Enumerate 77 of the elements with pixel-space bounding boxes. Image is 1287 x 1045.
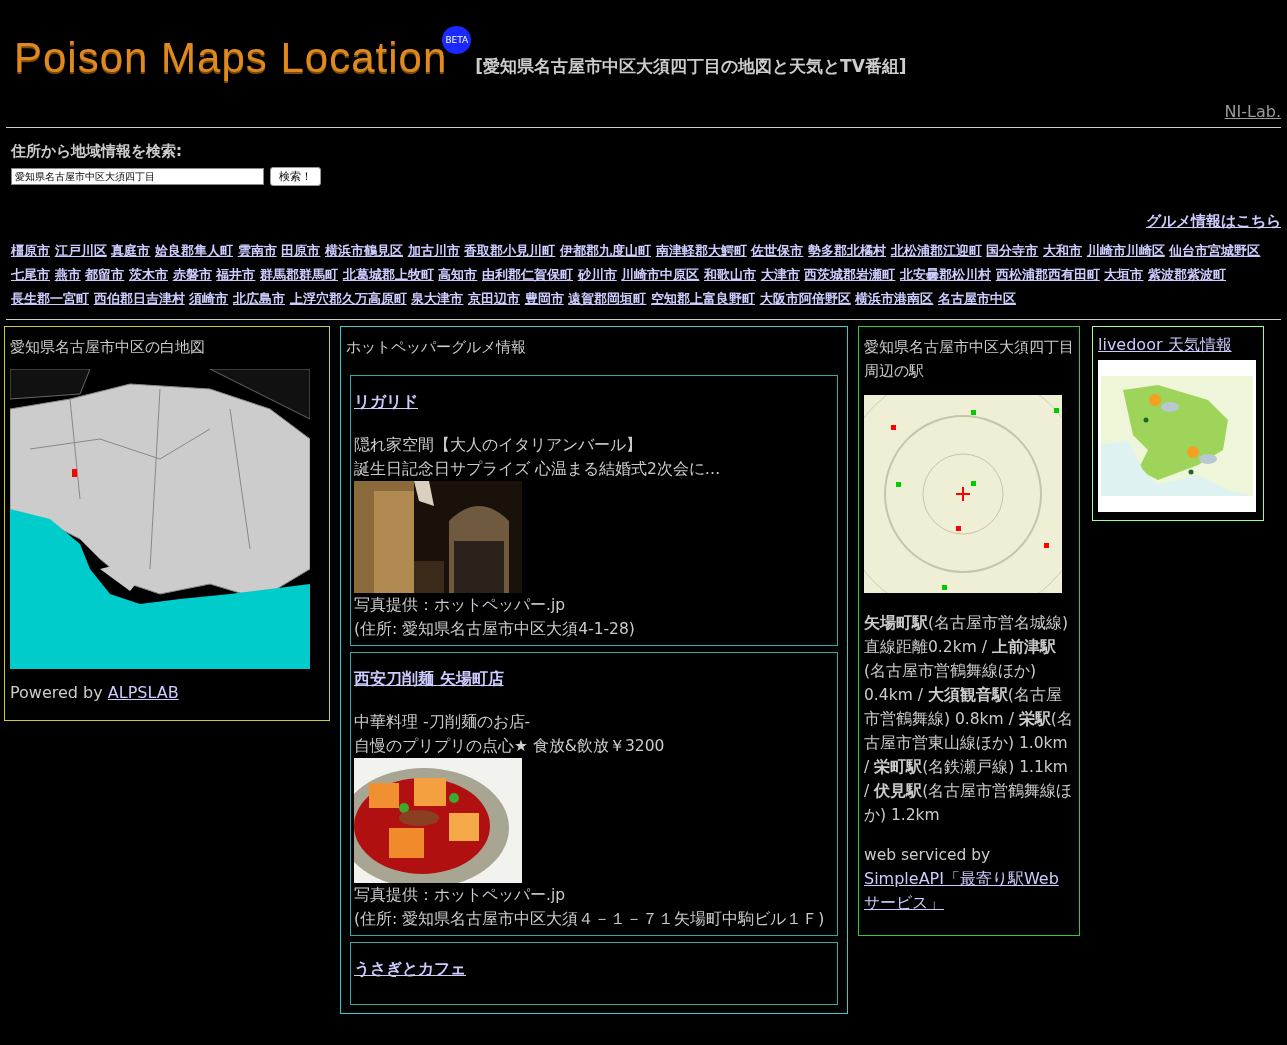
page-title: [愛知県名古屋市中区大須四丁目の地図と天気とTV番組] xyxy=(475,55,907,78)
area-link[interactable]: 伊都郡九度山町 xyxy=(560,243,652,258)
area-link[interactable]: 仙台市宮城野区 xyxy=(1169,243,1261,258)
area-link[interactable]: 和歌山市 xyxy=(704,267,757,282)
area-link[interactable]: 川崎市中原区 xyxy=(621,267,700,282)
area-link[interactable]: 由利郡仁賀保町 xyxy=(482,267,574,282)
area-link[interactable]: 南津軽郡大鰐町 xyxy=(655,243,747,258)
area-link[interactable]: 北松浦郡江迎町 xyxy=(890,243,982,258)
simpleapi-link[interactable]: SimpleAPI「最寄り駅Webサービス」 xyxy=(864,867,1074,915)
area-link[interactable]: 大垣市 xyxy=(1104,267,1144,282)
area-link[interactable]: 雲南市 xyxy=(237,243,277,258)
address-field[interactable]: 愛知県名古屋市中区大須四丁目 xyxy=(11,168,264,185)
area-link[interactable]: 名古屋市中区 xyxy=(938,291,1017,306)
area-link[interactable]: 川崎市川崎区 xyxy=(1086,243,1165,258)
area-link[interactable]: 須崎市 xyxy=(189,291,229,306)
panel-title: ホットペッパーグルメ情報 xyxy=(346,337,527,358)
area-link[interactable]: 上浮穴郡久万高原町 xyxy=(289,291,407,306)
area-link[interactable]: 西茨城郡岩瀬町 xyxy=(804,267,896,282)
area-link[interactable]: 大津市 xyxy=(760,267,800,282)
area-link[interactable]: 燕市 xyxy=(54,267,81,282)
area-link[interactable]: 田原市 xyxy=(281,243,321,258)
shop-name-link[interactable]: リガリド xyxy=(354,392,418,413)
area-link[interactable]: 砂川市 xyxy=(577,267,617,282)
shop-description: 隠れ家空間【大人のイタリアンバール】 xyxy=(354,435,643,456)
search-label: 住所から地域情報を検索: xyxy=(11,142,183,161)
area-link[interactable]: 香取郡小見川町 xyxy=(464,243,556,258)
shop-address: (住所: 愛知県名古屋市中区大須４－１－７１矢場町中駒ビル１Ｆ) xyxy=(354,909,826,930)
shop-description: 誕生日記念日サプライズ 心温まる結婚式2次会に… xyxy=(354,459,722,480)
area-link[interactable]: 横浜市鶴見区 xyxy=(325,243,404,258)
shop-description: 自慢のプリプリの点心★ 食放&飲放￥3200 xyxy=(354,736,666,757)
area-link[interactable]: 遠賀郡岡垣町 xyxy=(568,291,647,306)
area-link[interactable]: 大阪市阿倍野区 xyxy=(759,291,851,306)
panel-title: 愛知県名古屋市中区大須四丁目周辺の駅 xyxy=(864,337,1074,382)
gourmet-link[interactable]: グルメ情報はこちら xyxy=(1146,212,1281,231)
area-link[interactable]: 都留市 xyxy=(85,267,125,282)
area-link[interactable]: 姶良郡隼人町 xyxy=(155,243,233,258)
area-link[interactable]: 群馬郡群馬町 xyxy=(260,267,339,282)
shop-address: (住所: 愛知県名古屋市中区大須4-1-28) xyxy=(354,619,636,640)
search-button[interactable]: 検索！ xyxy=(270,167,321,186)
panel-title: 愛知県名古屋市中区の白地図 xyxy=(10,337,206,358)
area-link[interactable]: 江戸川区 xyxy=(54,243,107,258)
area-link[interactable]: 佐世保市 xyxy=(751,243,804,258)
area-link[interactable]: 真庭市 xyxy=(111,243,151,258)
area-link[interactable]: 加古川市 xyxy=(407,243,460,258)
area-link[interactable]: 泉大津市 xyxy=(411,291,464,306)
area-link[interactable]: 北広島市 xyxy=(233,291,285,306)
area-link[interactable]: 西伯郡日吉津村 xyxy=(93,291,185,306)
alpslab-link[interactable]: ALPSLAB xyxy=(107,683,179,702)
station-list: 矢場町駅(名古屋市営名城線) 直線距離0.2km / 上前津駅(名古屋市営鶴舞線ほか) 0.4km / 大須観音駅(名古屋市営鶴舞線) 0.8km / 栄駅(名古屋市営東山線ほか) 1.0km / 栄町駅(名鉄瀬戸線) 1.1km / 伏見駅(名古屋市営鶴舞線ほか) 1.2km xyxy=(864,611,1074,827)
photo-credit: 写真提供：ホットペッパー.jp xyxy=(354,885,567,906)
serviced-by-label: web serviced by xyxy=(864,845,992,866)
area-link[interactable]: 京田辺市 xyxy=(468,291,521,306)
area-link[interactable]: 大和市 xyxy=(1043,243,1083,258)
area-link[interactable]: 長生郡一宮町 xyxy=(11,291,89,306)
area-link[interactable]: 高知市 xyxy=(438,267,478,282)
weather-link[interactable]: livedoor 天気情報 xyxy=(1098,335,1258,356)
ni-lab-link[interactable]: NI-Lab. xyxy=(1224,102,1281,121)
photo-credit: 写真提供：ホットペッパー.jp xyxy=(354,595,567,616)
powered-by-label: Powered by xyxy=(10,683,103,702)
area-link[interactable]: 赤磐市 xyxy=(172,267,212,282)
area-link[interactable]: 豊岡市 xyxy=(524,291,564,306)
area-link[interactable]: 横浜市港南区 xyxy=(855,291,934,306)
shop-name-link[interactable]: うさぎとカフェ xyxy=(354,959,466,980)
area-link[interactable]: 空知郡上富良野町 xyxy=(651,291,756,306)
shop-description: 中華料理 -刀削麺のお店- xyxy=(354,712,532,733)
area-link[interactable]: 茨木市 xyxy=(129,267,168,282)
shop-name-link[interactable]: 西安刀削麺 矢場町店 xyxy=(354,669,504,690)
area-link[interactable]: 北安曇郡松川村 xyxy=(900,267,992,282)
area-link[interactable]: 七尾市 xyxy=(11,267,50,282)
area-link[interactable]: 西松浦郡西有田町 xyxy=(995,267,1100,282)
area-link[interactable]: 橿原市 xyxy=(11,243,50,258)
area-link[interactable]: 紫波郡紫波町 xyxy=(1148,267,1227,282)
area-link[interactable]: 勢多郡北橘村 xyxy=(808,243,887,258)
area-link[interactable]: 北葛城郡上牧町 xyxy=(342,267,434,282)
area-link[interactable]: 国分寺市 xyxy=(986,243,1039,258)
beta-badge: BETA xyxy=(442,26,472,54)
area-link[interactable]: 福井市 xyxy=(216,267,256,282)
